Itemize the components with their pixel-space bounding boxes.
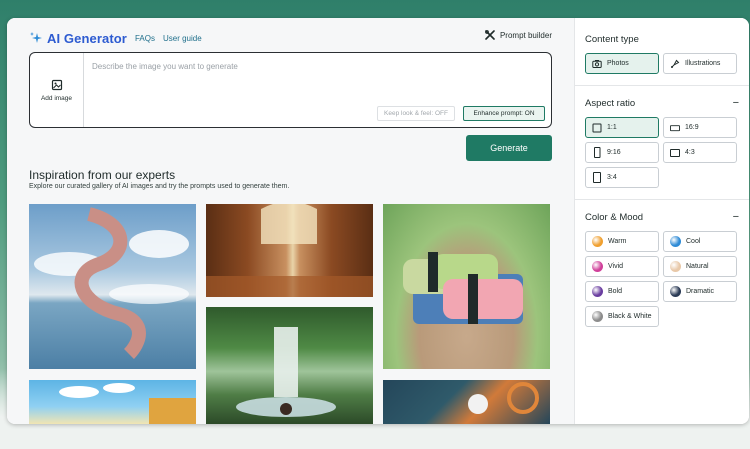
waterfall-art [236, 327, 336, 417]
gallery-image-coastal-town[interactable] [29, 380, 196, 424]
color-mood-options: Warm Cool Vivid Natural Bold Dramatic Bl… [585, 231, 739, 327]
coastal-town-art [59, 383, 196, 424]
camera-icon [592, 59, 602, 69]
color-mood-header: Color & Mood − [585, 211, 739, 223]
aspect-ratio-1-1[interactable]: 1:1 [585, 117, 659, 138]
landscape-icon [670, 123, 680, 133]
prompt-box: Add image Keep look & feel: OFF Enhance … [29, 52, 552, 128]
mood-natural[interactable]: Natural [663, 256, 737, 277]
gallery-image-waterfall[interactable] [206, 307, 373, 424]
ratio-label: 3:4 [607, 174, 617, 181]
enhance-prompt-toggle[interactable]: Enhance prompt: ON [463, 106, 545, 121]
mood-label: Dramatic [686, 288, 715, 295]
user-guide-link[interactable]: User guide [163, 34, 202, 43]
spiral-staircase-art [34, 207, 189, 359]
sushi-art [403, 252, 523, 324]
mood-label: Black & White [608, 313, 652, 320]
aspect-ratio-section: Aspect ratio − 1:1 16:9 9:16 4:3 3:4 [585, 97, 739, 188]
bold-swatch-icon [592, 286, 603, 297]
sparkle-icon [30, 32, 42, 43]
photos-label: Photos [607, 60, 629, 67]
black-white-swatch-icon [592, 311, 603, 322]
portrait-icon [592, 147, 602, 158]
astronaut-art [468, 382, 539, 414]
mood-label: Vivid [608, 263, 624, 270]
main-panel: AI Generator FAQs User guide Prompt buil… [7, 18, 574, 424]
inspiration-title: Inspiration from our experts [29, 168, 176, 182]
aspect-ratio-16-9[interactable]: 16:9 [663, 117, 737, 138]
mood-label: Bold [608, 288, 623, 295]
mood-bold[interactable]: Bold [585, 281, 659, 302]
mood-label: Natural [686, 263, 709, 270]
color-mood-section: Color & Mood − Warm Cool Vivid Natural B… [585, 211, 739, 327]
gallery-image-astronaut[interactable] [383, 380, 550, 424]
add-image-button[interactable]: Add image [30, 53, 84, 127]
mood-cool[interactable]: Cool [663, 231, 737, 252]
mood-black-white[interactable]: Black & White [585, 306, 659, 327]
mood-dramatic[interactable]: Dramatic [663, 281, 737, 302]
library-art [206, 204, 373, 297]
portrait-icon [592, 172, 602, 183]
gallery-image-spiral-staircase[interactable] [29, 204, 196, 369]
brush-icon [670, 59, 680, 69]
aspect-ratio-9-16[interactable]: 9:16 [585, 142, 659, 163]
inspiration-subtitle: Explore our curated gallery of AI images… [29, 183, 290, 190]
app-window: AI Generator FAQs User guide Prompt buil… [7, 18, 749, 424]
app-title: AI Generator [47, 30, 127, 46]
prompt-builder-label: Prompt builder [499, 30, 552, 40]
landscape-icon [670, 148, 680, 158]
header: AI Generator FAQs User guide Prompt buil… [29, 18, 552, 52]
natural-swatch-icon [670, 261, 681, 272]
content-type-illustrations[interactable]: Illustrations [663, 53, 737, 74]
dramatic-swatch-icon [670, 286, 681, 297]
mood-label: Warm [608, 238, 627, 245]
aspect-ratio-title: Aspect ratio [585, 97, 636, 109]
aspect-ratio-4-3[interactable]: 4:3 [663, 142, 737, 163]
brand: AI Generator [29, 31, 127, 46]
add-image-icon [51, 79, 62, 90]
keep-look-feel-toggle[interactable]: Keep look & feel: OFF [377, 106, 455, 121]
faqs-link[interactable]: FAQs [135, 34, 155, 43]
gallery-image-library[interactable] [206, 204, 373, 297]
aspect-ratio-options: 1:1 16:9 9:16 4:3 3:4 [585, 117, 739, 188]
generate-button[interactable]: Generate [466, 135, 552, 161]
content-type-title: Content type [585, 34, 639, 45]
mood-vivid[interactable]: Vivid [585, 256, 659, 277]
warm-swatch-icon [592, 236, 603, 247]
color-mood-collapse-button[interactable]: − [733, 211, 739, 223]
section-divider [575, 85, 749, 86]
ratio-label: 1:1 [607, 124, 617, 131]
section-divider [575, 199, 749, 200]
ratio-label: 16:9 [685, 124, 699, 131]
mood-label: Cool [686, 238, 701, 245]
content-type-section: Content type Photos Illustrations [585, 34, 739, 74]
add-image-label: Add image [40, 94, 73, 102]
square-icon [592, 123, 602, 133]
settings-sidebar: Content type Photos Illustrations Aspect… [574, 18, 749, 424]
aspect-ratio-header: Aspect ratio − [585, 97, 739, 109]
gallery-image-sushi-illustration[interactable] [383, 204, 550, 369]
ratio-label: 9:16 [607, 149, 621, 156]
aspect-ratio-collapse-button[interactable]: − [733, 97, 739, 109]
ratio-label: 4:3 [685, 149, 695, 156]
mood-warm[interactable]: Warm [585, 231, 659, 252]
content-type-options: Photos Illustrations [585, 53, 739, 74]
tools-icon [485, 30, 495, 40]
aspect-ratio-3-4[interactable]: 3:4 [585, 167, 659, 188]
content-type-photos[interactable]: Photos [585, 53, 659, 74]
cool-swatch-icon [670, 236, 681, 247]
color-mood-title: Color & Mood [585, 211, 644, 223]
vivid-swatch-icon [592, 261, 603, 272]
prompt-builder-button[interactable]: Prompt builder [485, 30, 552, 40]
illustrations-label: Illustrations [685, 60, 721, 67]
